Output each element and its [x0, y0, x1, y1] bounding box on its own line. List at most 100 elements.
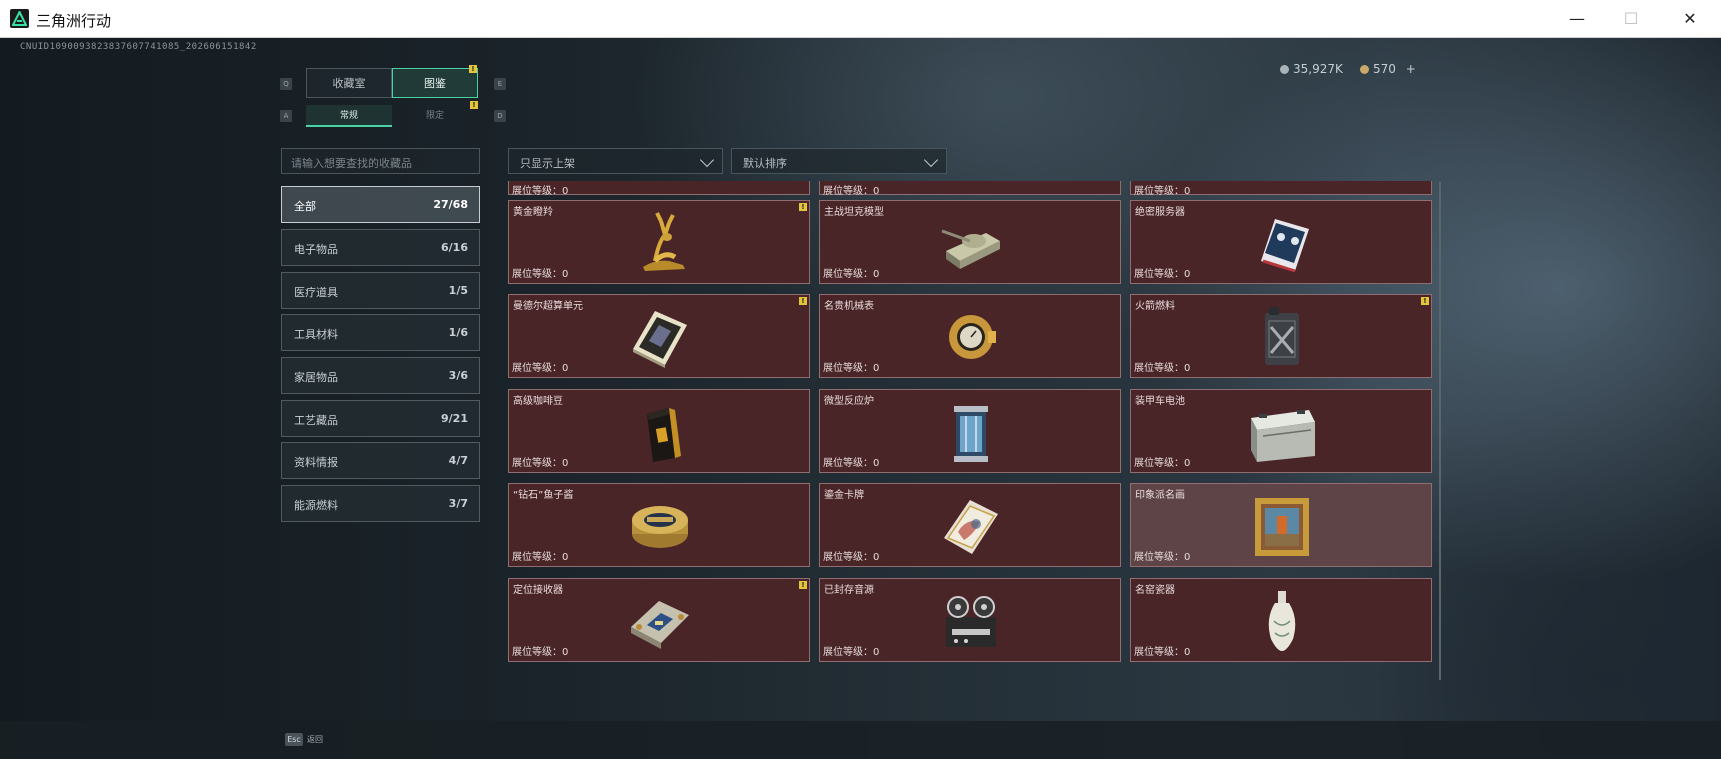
category-count: 1/6	[448, 326, 468, 339]
item-name: 高级咖啡豆	[513, 396, 563, 407]
category-item[interactable]: 全部 27/68	[281, 186, 480, 223]
chevron-down-icon	[699, 152, 715, 168]
reactor-icon	[936, 400, 1006, 464]
item-level: 展位等级：0	[823, 363, 880, 374]
window-titlebar: 三角洲行动 — ☐ ✕	[0, 0, 1721, 38]
tab-catalog[interactable]: 图鉴	[392, 68, 478, 98]
list-item[interactable]: 名贵机械表展位等级：0	[819, 294, 1121, 378]
list-item-partial[interactable]: 展位等级：0	[819, 181, 1121, 197]
gold-gazelle-icon	[625, 211, 695, 275]
window-title: 三角洲行动	[36, 12, 112, 30]
add-currency-button[interactable]: +	[1406, 62, 1416, 76]
search-input[interactable]: 请输入想要查找的收藏品	[281, 148, 480, 174]
sort-dropdown[interactable]: 默认排序	[731, 148, 947, 174]
list-item[interactable]: 名窑瓷器 展位等级：0	[1130, 578, 1432, 662]
close-button[interactable]: ✕	[1660, 0, 1720, 37]
tab-limited[interactable]: 限定	[392, 105, 478, 127]
item-alert-badge: !	[1421, 297, 1429, 305]
category-item[interactable]: 电子物品 6/16	[281, 229, 480, 266]
item-level: 展位等级：0	[1134, 363, 1191, 374]
key-hint-q: Q	[280, 78, 292, 90]
currency-coins: 35,927K	[1280, 62, 1343, 76]
item-level: 展位等级：0	[1134, 269, 1191, 280]
grid-scrollbar[interactable]	[1439, 182, 1441, 680]
currency-premium: 570 +	[1360, 62, 1416, 76]
tab-regular-label: 常规	[339, 111, 358, 121]
tab-limited-label: 限定	[425, 111, 444, 121]
item-level: 展位等级：0	[1134, 647, 1191, 658]
list-item[interactable]: 定位接收器 展位等级：0!	[508, 578, 810, 662]
category-label: 电子物品	[294, 243, 338, 256]
back-button[interactable]: Esc 返回	[285, 733, 323, 746]
uid-label: CNUID1090093823837607741085_202606151842	[20, 42, 257, 52]
list-item[interactable]: 装甲车电池展位等级：0	[1130, 389, 1432, 473]
esc-key-icon: Esc	[285, 733, 303, 746]
category-count: 6/16	[441, 241, 468, 254]
list-item[interactable]: 火箭燃料 展位等级：0!	[1130, 294, 1432, 378]
key-hint-e: E	[494, 78, 506, 90]
back-label: 返回	[307, 735, 323, 744]
item-level: 展位等级：0	[823, 186, 880, 197]
list-item[interactable]: 曼德尔超算单元 展位等级：0!	[508, 294, 810, 378]
item-name: 曼德尔超算单元	[513, 301, 583, 312]
item-name: 黄金瞪羚	[513, 207, 553, 218]
sort-label: 默认排序	[743, 157, 787, 170]
category-item[interactable]: 家居物品 3/6	[281, 357, 480, 394]
game-viewport: CNUID1090093823837607741085_202606151842…	[0, 38, 1721, 759]
item-name: 定位接收器	[513, 585, 563, 596]
bottom-bar	[0, 721, 1721, 759]
premium-amount: 570	[1373, 62, 1396, 76]
item-level: 展位等级：0	[1134, 458, 1191, 469]
item-name: 名贵机械表	[824, 301, 874, 312]
battery-icon	[1247, 400, 1317, 464]
maximize-button[interactable]: ☐	[1601, 0, 1661, 37]
item-alert-badge: !	[799, 581, 807, 589]
item-level: 展位等级：0	[512, 552, 569, 563]
list-item[interactable]: 印象派名画 展位等级：0	[1130, 483, 1432, 567]
tab-regular[interactable]: 常规	[306, 105, 392, 127]
limited-alert-badge: !	[470, 101, 478, 109]
category-count: 3/6	[448, 369, 468, 382]
list-item[interactable]: 黄金瞪羚 展位等级：0!	[508, 200, 810, 284]
item-level: 展位等级：0	[823, 458, 880, 469]
category-label: 医疗道具	[294, 286, 338, 299]
category-item[interactable]: 资料情报 4/7	[281, 442, 480, 479]
list-item[interactable]: 鎏金卡牌 展位等级：0	[819, 483, 1121, 567]
category-count: 9/21	[441, 412, 468, 425]
list-item[interactable]: 已封存音源展位等级：0	[819, 578, 1121, 662]
list-item[interactable]: 绝密服务器 展位等级：0	[1130, 200, 1432, 284]
list-item[interactable]: “钻石”鱼子酱 展位等级：0	[508, 483, 810, 567]
minimize-button[interactable]: —	[1547, 0, 1607, 37]
tab-collection-room[interactable]: 收藏室	[306, 68, 392, 98]
watch-icon	[936, 305, 1006, 369]
item-name: 装甲车电池	[1135, 396, 1185, 407]
category-label: 工具材料	[294, 328, 338, 341]
category-item[interactable]: 能源燃料 3/7	[281, 485, 480, 522]
item-name: 已封存音源	[824, 585, 874, 596]
category-item[interactable]: 工艺藏品 9/21	[281, 400, 480, 437]
painting-icon	[1247, 494, 1317, 558]
item-level: 展位等级：0	[512, 363, 569, 374]
display-filter-dropdown[interactable]: 只显示上架	[508, 148, 723, 174]
item-name: 微型反应炉	[824, 396, 874, 407]
category-count: 1/5	[448, 284, 468, 297]
tank-model-icon	[936, 211, 1006, 275]
list-item-partial[interactable]: 展位等级：0	[1130, 181, 1432, 197]
app-logo-icon	[10, 9, 29, 28]
list-item[interactable]: 高级咖啡豆 展位等级：0	[508, 389, 810, 473]
chevron-down-icon	[923, 152, 939, 168]
item-level: 展位等级：0	[1134, 552, 1191, 563]
item-name: “钻石”鱼子酱	[513, 490, 574, 501]
item-level: 展位等级：0	[512, 186, 569, 197]
item-level: 展位等级：0	[823, 552, 880, 563]
list-item[interactable]: 主战坦克模型 展位等级：0	[819, 200, 1121, 284]
tape-recorder-icon	[936, 589, 1006, 653]
item-level: 展位等级：0	[823, 647, 880, 658]
collection-grid: 展位等级：0 展位等级：0 展位等级：0 黄金瞪羚 展位等级：0! 主战坦克模型 展位…	[508, 181, 1434, 681]
display-filter-label: 只显示上架	[520, 157, 575, 170]
list-item[interactable]: 微型反应炉展位等级：0	[819, 389, 1121, 473]
category-item[interactable]: 医疗道具 1/5	[281, 272, 480, 309]
list-item-partial[interactable]: 展位等级：0	[508, 181, 810, 197]
category-item[interactable]: 工具材料 1/6	[281, 314, 480, 351]
item-level: 展位等级：0	[1134, 186, 1191, 197]
